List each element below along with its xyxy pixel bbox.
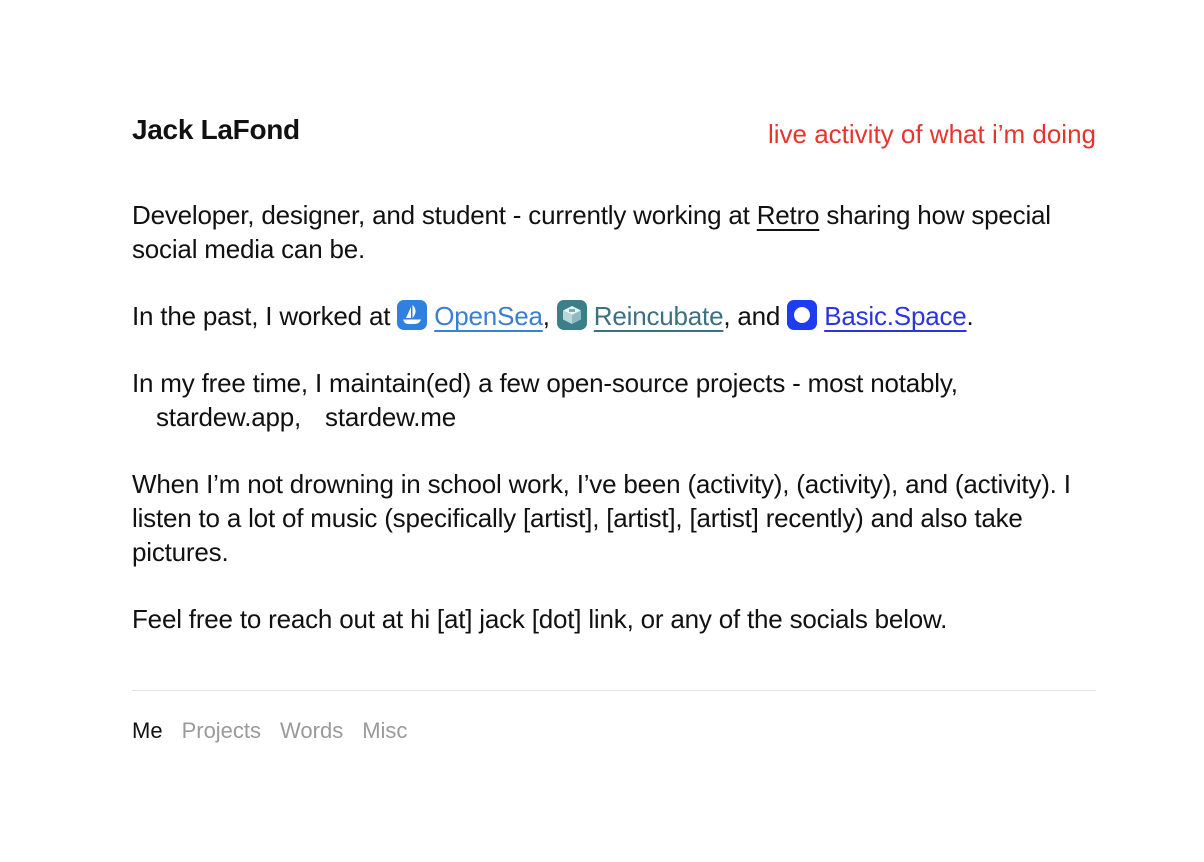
- company-basic-space[interactable]: Basic.Space: [787, 300, 967, 331]
- basic-space-icon: [787, 300, 818, 330]
- project-stardew-app[interactable]: stardew.app,: [132, 400, 301, 434]
- past-separator-1: ,: [542, 301, 557, 331]
- hobbies-paragraph: When I’m not drowning in school work, I’…: [132, 469, 1071, 567]
- nav-item-projects[interactable]: Projects: [182, 716, 261, 746]
- bio: Developer, designer, and student - curre…: [132, 198, 1096, 669]
- nav-item-words[interactable]: Words: [280, 716, 343, 746]
- project-stardew-me[interactable]: stardew.me: [301, 400, 456, 434]
- divider: [132, 690, 1096, 691]
- past-end: .: [966, 301, 974, 331]
- intro-paragraph: Developer, designer, and student - curre…: [132, 198, 1096, 266]
- past-text-before: In the past, I worked at: [132, 301, 398, 331]
- intro-text-before: Developer, designer, and student - curre…: [132, 200, 757, 230]
- site-name: Jack LaFond: [132, 114, 300, 145]
- nav-item-me[interactable]: Me: [132, 716, 163, 746]
- past-work-paragraph: In the past, I worked at OpenSea, Reincu…: [132, 299, 1096, 333]
- opensea-icon: [397, 300, 428, 330]
- opensea-link[interactable]: OpenSea: [434, 301, 543, 331]
- reincubate-link[interactable]: Reincubate: [594, 301, 724, 331]
- reincubate-icon: [556, 300, 587, 330]
- free-time-paragraph: In my free time, I maintain(ed) a few op…: [132, 366, 1096, 434]
- live-activity-link[interactable]: live activity of what i’m doing: [768, 116, 1096, 152]
- retro-link[interactable]: Retro: [757, 200, 820, 230]
- contact-paragraph: Feel free to reach out at hi [at] jack […: [132, 604, 948, 634]
- header: Jack LaFond live activity of what i’m do…: [132, 112, 1096, 152]
- company-reincubate[interactable]: Reincubate: [556, 300, 724, 331]
- company-opensea[interactable]: OpenSea: [397, 300, 543, 331]
- bottom-nav: Me Projects Words Misc: [132, 716, 407, 746]
- free-time-text: In my free time, I maintain(ed) a few op…: [132, 368, 958, 398]
- nav-item-misc[interactable]: Misc: [362, 716, 407, 746]
- past-separator-2: , and: [723, 301, 788, 331]
- basic-space-link[interactable]: Basic.Space: [824, 301, 967, 331]
